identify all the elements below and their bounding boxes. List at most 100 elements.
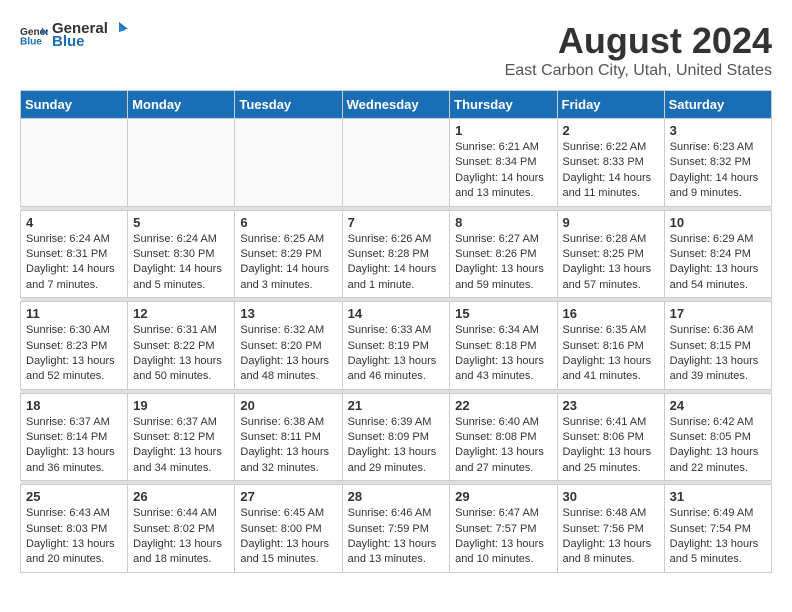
cell-info: Sunrise: 6:36 AMSunset: 8:15 PMDaylight:… — [670, 323, 766, 385]
day-number: 30 — [563, 489, 659, 504]
calendar-week-row: 18 Sunrise: 6:37 AMSunset: 8:14 PMDayligh… — [21, 393, 772, 481]
day-number: 28 — [348, 489, 445, 504]
cell-info: Sunrise: 6:25 AMSunset: 8:29 PMDaylight:… — [240, 232, 336, 294]
cell-info: Sunrise: 6:49 AMSunset: 7:54 PMDaylight:… — [670, 506, 766, 568]
day-number: 5 — [133, 215, 229, 230]
calendar-cell: 14 Sunrise: 6:33 AMSunset: 8:19 PMDayligh… — [342, 302, 450, 390]
cell-info: Sunrise: 6:29 AMSunset: 8:24 PMDaylight:… — [670, 232, 766, 294]
svg-text:Blue: Blue — [20, 36, 42, 46]
calendar-cell: 26 Sunrise: 6:44 AMSunset: 8:02 PMDayligh… — [128, 485, 235, 573]
calendar-cell: 2 Sunrise: 6:22 AMSunset: 8:33 PMDaylight… — [557, 119, 664, 207]
logo-bird-icon — [110, 22, 128, 36]
title-block: August 2024 East Carbon City, Utah, Unit… — [505, 20, 772, 80]
cell-info: Sunrise: 6:23 AMSunset: 8:32 PMDaylight:… — [670, 140, 766, 202]
calendar-cell: 18 Sunrise: 6:37 AMSunset: 8:14 PMDayligh… — [21, 393, 128, 481]
day-number: 29 — [455, 489, 551, 504]
calendar-cell: 22 Sunrise: 6:40 AMSunset: 8:08 PMDayligh… — [450, 393, 557, 481]
weekday-header: Friday — [557, 91, 664, 119]
day-number: 12 — [133, 306, 229, 321]
calendar-cell: 9 Sunrise: 6:28 AMSunset: 8:25 PMDaylight… — [557, 210, 664, 298]
calendar-cell — [128, 119, 235, 207]
weekday-header: Tuesday — [235, 91, 342, 119]
calendar-cell: 11Sunrise: 6:30 AMSunset: 8:23 PMDayligh… — [21, 302, 128, 390]
day-number: 15 — [455, 306, 551, 321]
day-number: 31 — [670, 489, 766, 504]
cell-info: Sunrise: 6:42 AMSunset: 8:05 PMDaylight:… — [670, 415, 766, 477]
page-header: General Blue General Blue August 2024 Ea… — [20, 20, 772, 80]
calendar-week-row: 1Sunrise: 6:21 AMSunset: 8:34 PMDaylight… — [21, 119, 772, 207]
cell-info: Sunrise: 6:33 AMSunset: 8:19 PMDaylight:… — [348, 323, 445, 385]
cell-info: Sunrise: 6:47 AMSunset: 7:57 PMDaylight:… — [455, 506, 551, 568]
day-number: 14 — [348, 306, 445, 321]
calendar-cell: 12 Sunrise: 6:31 AMSunset: 8:22 PMDayligh… — [128, 302, 235, 390]
calendar-cell — [342, 119, 450, 207]
day-number: 2 — [563, 123, 659, 138]
day-number: 17 — [670, 306, 766, 321]
calendar-cell: 4Sunrise: 6:24 AMSunset: 8:31 PMDaylight… — [21, 210, 128, 298]
day-number: 21 — [348, 398, 445, 413]
day-number: 23 — [563, 398, 659, 413]
cell-info: Sunrise: 6:30 AMSunset: 8:23 PMDaylight:… — [26, 323, 122, 385]
day-number: 18 — [26, 398, 122, 413]
cell-info: Sunrise: 6:26 AMSunset: 8:28 PMDaylight:… — [348, 232, 445, 294]
calendar-cell: 24 Sunrise: 6:42 AMSunset: 8:05 PMDayligh… — [664, 393, 771, 481]
day-number: 13 — [240, 306, 336, 321]
calendar-cell: 17 Sunrise: 6:36 AMSunset: 8:15 PMDayligh… — [664, 302, 771, 390]
cell-info: Sunrise: 6:39 AMSunset: 8:09 PMDaylight:… — [348, 415, 445, 477]
calendar-cell: 16Sunrise: 6:35 AMSunset: 8:16 PMDayligh… — [557, 302, 664, 390]
day-number: 7 — [348, 215, 445, 230]
cell-info: Sunrise: 6:22 AMSunset: 8:33 PMDaylight:… — [563, 140, 659, 202]
day-number: 9 — [563, 215, 659, 230]
calendar-cell: 23 Sunrise: 6:41 AMSunset: 8:06 PMDayligh… — [557, 393, 664, 481]
day-number: 27 — [240, 489, 336, 504]
cell-info: Sunrise: 6:38 AMSunset: 8:11 PMDaylight:… — [240, 415, 336, 477]
cell-info: Sunrise: 6:40 AMSunset: 8:08 PMDaylight:… — [455, 415, 551, 477]
calendar-cell: 19Sunrise: 6:37 AMSunset: 8:12 PMDayligh… — [128, 393, 235, 481]
day-number: 24 — [670, 398, 766, 413]
cell-info: Sunrise: 6:46 AMSunset: 7:59 PMDaylight:… — [348, 506, 445, 568]
weekday-header: Thursday — [450, 91, 557, 119]
cell-info: Sunrise: 6:27 AMSunset: 8:26 PMDaylight:… — [455, 232, 551, 294]
cell-info: Sunrise: 6:37 AMSunset: 8:14 PMDaylight:… — [26, 415, 122, 477]
calendar-cell: 6 Sunrise: 6:25 AMSunset: 8:29 PMDaylight… — [235, 210, 342, 298]
weekday-header: Sunday — [21, 91, 128, 119]
day-number: 3 — [670, 123, 766, 138]
calendar-cell: 1Sunrise: 6:21 AMSunset: 8:34 PMDaylight… — [450, 119, 557, 207]
calendar-cell: 8 Sunrise: 6:27 AMSunset: 8:26 PMDaylight… — [450, 210, 557, 298]
calendar-cell: 30 Sunrise: 6:48 AMSunset: 7:56 PMDayligh… — [557, 485, 664, 573]
cell-info: Sunrise: 6:21 AMSunset: 8:34 PMDaylight:… — [455, 140, 551, 202]
subtitle: East Carbon City, Utah, United States — [505, 62, 772, 80]
day-number: 16 — [563, 306, 659, 321]
main-title: August 2024 — [505, 20, 772, 62]
calendar-cell: 31 Sunrise: 6:49 AMSunset: 7:54 PMDayligh… — [664, 485, 771, 573]
day-number: 22 — [455, 398, 551, 413]
cell-info: Sunrise: 6:48 AMSunset: 7:56 PMDaylight:… — [563, 506, 659, 568]
cell-info: Sunrise: 6:28 AMSunset: 8:25 PMDaylight:… — [563, 232, 659, 294]
cell-info: Sunrise: 6:44 AMSunset: 8:02 PMDaylight:… — [133, 506, 229, 568]
calendar-cell: 13Sunrise: 6:32 AMSunset: 8:20 PMDayligh… — [235, 302, 342, 390]
calendar-cell — [235, 119, 342, 207]
calendar-cell: 27Sunrise: 6:45 AMSunset: 8:00 PMDayligh… — [235, 485, 342, 573]
cell-info: Sunrise: 6:41 AMSunset: 8:06 PMDaylight:… — [563, 415, 659, 477]
day-number: 4 — [26, 215, 122, 230]
calendar-cell: 3 Sunrise: 6:23 AMSunset: 8:32 PMDaylight… — [664, 119, 771, 207]
day-number: 26 — [133, 489, 229, 504]
calendar-week-row: 11Sunrise: 6:30 AMSunset: 8:23 PMDayligh… — [21, 302, 772, 390]
calendar-cell: 29 Sunrise: 6:47 AMSunset: 7:57 PMDayligh… — [450, 485, 557, 573]
day-number: 6 — [240, 215, 336, 230]
calendar-week-row: 4Sunrise: 6:24 AMSunset: 8:31 PMDaylight… — [21, 210, 772, 298]
cell-info: Sunrise: 6:31 AMSunset: 8:22 PMDaylight:… — [133, 323, 229, 385]
calendar-header-row: SundayMondayTuesdayWednesdayThursdayFrid… — [21, 91, 772, 119]
calendar-cell: 20Sunrise: 6:38 AMSunset: 8:11 PMDayligh… — [235, 393, 342, 481]
day-number: 10 — [670, 215, 766, 230]
calendar-cell: 5Sunrise: 6:24 AMSunset: 8:30 PMDaylight… — [128, 210, 235, 298]
day-number: 25 — [26, 489, 122, 504]
logo: General Blue General Blue — [20, 20, 128, 50]
calendar-cell — [21, 119, 128, 207]
logo-icon: General Blue — [20, 24, 48, 46]
calendar-table: SundayMondayTuesdayWednesdayThursdayFrid… — [20, 90, 772, 573]
day-number: 8 — [455, 215, 551, 230]
calendar-cell: 21 Sunrise: 6:39 AMSunset: 8:09 PMDayligh… — [342, 393, 450, 481]
weekday-header: Saturday — [664, 91, 771, 119]
calendar-cell: 15Sunrise: 6:34 AMSunset: 8:18 PMDayligh… — [450, 302, 557, 390]
